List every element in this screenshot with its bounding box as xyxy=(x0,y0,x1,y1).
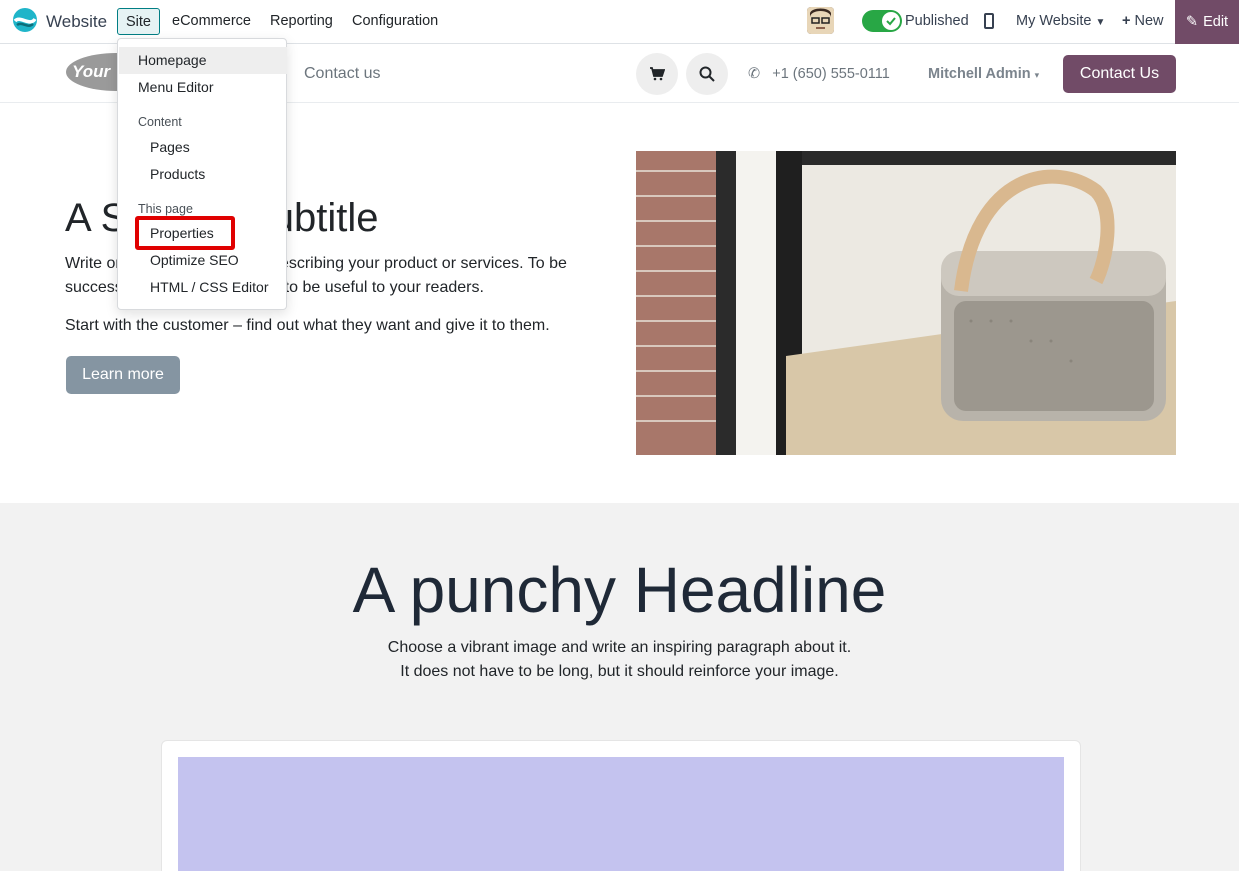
caret-down-icon: ▾ xyxy=(1034,70,1040,80)
highlight-annotation-box xyxy=(135,216,235,250)
subtext-line-2: It does not have to be long, but it shou… xyxy=(400,663,839,680)
learn-more-button[interactable]: Learn more xyxy=(66,356,180,394)
subtext-line-1: Choose a vibrant image and write an insp… xyxy=(387,639,852,656)
app-name[interactable]: Website xyxy=(46,12,107,32)
menu-item-products[interactable]: Products xyxy=(150,166,205,182)
logo-text: Your xyxy=(72,62,111,81)
search-button[interactable] xyxy=(686,53,728,95)
search-icon xyxy=(699,66,715,82)
contact-us-button[interactable]: Contact Us xyxy=(1063,55,1176,93)
menu-configuration[interactable]: Configuration xyxy=(352,13,438,29)
menu-item-html-css-editor[interactable]: HTML / CSS Editor xyxy=(150,279,269,295)
hero-image xyxy=(636,151,1176,455)
menu-ecommerce[interactable]: eCommerce xyxy=(172,13,251,29)
new-button[interactable]: + New xyxy=(1122,13,1164,29)
user-avatar[interactable] xyxy=(807,7,834,34)
phone-icon: ✆ xyxy=(748,66,761,82)
menu-site-label: Site xyxy=(126,13,151,30)
this-page-section-header: This page xyxy=(138,202,193,216)
contact-us-label: Contact Us xyxy=(1079,65,1160,82)
phone-link[interactable]: ✆ +1 (650) 555-0111 xyxy=(748,66,890,82)
phone-number: +1 (650) 555-0111 xyxy=(772,66,890,82)
published-toggle[interactable] xyxy=(862,10,902,32)
content-section-header: Content xyxy=(138,115,182,129)
card-image xyxy=(178,757,1064,871)
website-app-icon[interactable] xyxy=(12,7,38,33)
caret-down-icon: ▼ xyxy=(1095,17,1106,28)
edit-button[interactable]: ✎ Edit xyxy=(1175,0,1239,44)
edit-label: Edit xyxy=(1203,14,1229,30)
toggle-check-icon xyxy=(882,12,900,30)
section-headline: A punchy Headline xyxy=(352,554,887,626)
menu-site[interactable]: Site xyxy=(117,8,160,35)
avatar-face-icon xyxy=(807,7,834,34)
new-label: New xyxy=(1134,13,1164,29)
pencil-icon: ✎ xyxy=(1185,14,1199,30)
nav-contact-us[interactable]: Contact us xyxy=(304,65,380,83)
menu-item-pages[interactable]: Pages xyxy=(150,139,190,155)
user-name: Mitchell Admin xyxy=(928,66,1031,82)
my-website-label: My Website xyxy=(1016,13,1092,29)
menu-item-optimize-seo[interactable]: Optimize SEO xyxy=(150,252,239,268)
plus-icon: + xyxy=(1122,13,1131,29)
my-website-dropdown[interactable]: My Website ▼ xyxy=(1016,13,1105,29)
menu-item-menu-editor[interactable]: Menu Editor xyxy=(138,79,213,95)
section-subtext: Choose a vibrant image and write an insp… xyxy=(0,636,1239,684)
cart-button[interactable] xyxy=(636,53,678,95)
cart-icon xyxy=(650,67,665,81)
mobile-preview-icon[interactable] xyxy=(984,13,994,29)
menu-item-homepage[interactable]: Homepage xyxy=(138,52,207,68)
user-menu[interactable]: Mitchell Admin ▾ xyxy=(928,66,1039,82)
learn-more-label: Learn more xyxy=(82,366,164,383)
hero-paragraph-2: Start with the customer – find out what … xyxy=(65,317,550,334)
published-label[interactable]: Published xyxy=(905,13,969,29)
menu-reporting[interactable]: Reporting xyxy=(270,13,333,29)
